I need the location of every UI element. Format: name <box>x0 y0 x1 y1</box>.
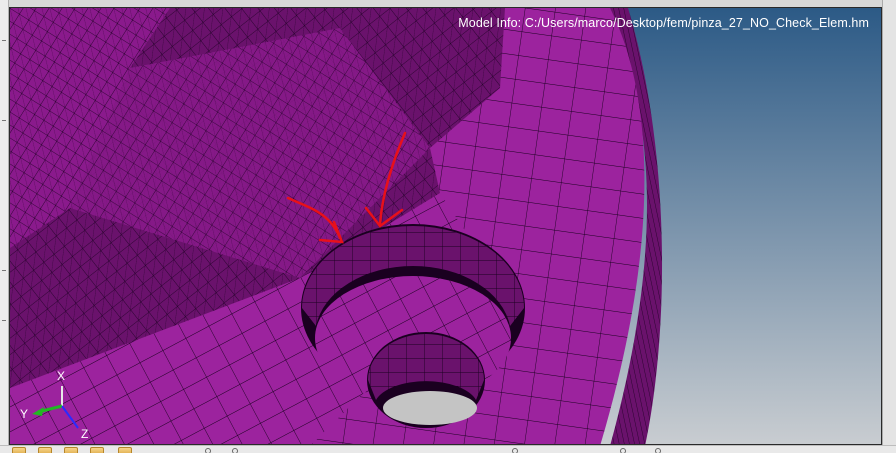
toolbar-radio[interactable] <box>512 448 518 453</box>
panel-icon[interactable] <box>12 447 26 453</box>
panel-icon[interactable] <box>90 447 104 453</box>
graphics-viewport[interactable]: X Y Z Model Info: C:/Users/marco/Desktop… <box>9 7 882 445</box>
model-info-label: Model Info: C:/Users/marco/Desktop/fem/p… <box>458 16 869 30</box>
through-hole-opening <box>383 391 477 425</box>
mesh-scene[interactable]: X Y Z <box>10 8 882 445</box>
toolbar-radio[interactable] <box>205 448 211 453</box>
z-axis-label: Z <box>81 427 88 441</box>
left-panel-edge <box>0 0 9 453</box>
x-axis-label: X <box>57 369 65 383</box>
toolbar-radio[interactable] <box>655 448 661 453</box>
folder-icon[interactable] <box>118 447 132 453</box>
bottom-toolbar <box>0 445 896 453</box>
panel-icon[interactable] <box>38 447 52 453</box>
toolbar-radio[interactable] <box>232 448 238 453</box>
panel-icon[interactable] <box>64 447 78 453</box>
toolbar-radio[interactable] <box>620 448 626 453</box>
right-panel-edge <box>882 0 896 453</box>
y-axis-label: Y <box>20 407 28 421</box>
